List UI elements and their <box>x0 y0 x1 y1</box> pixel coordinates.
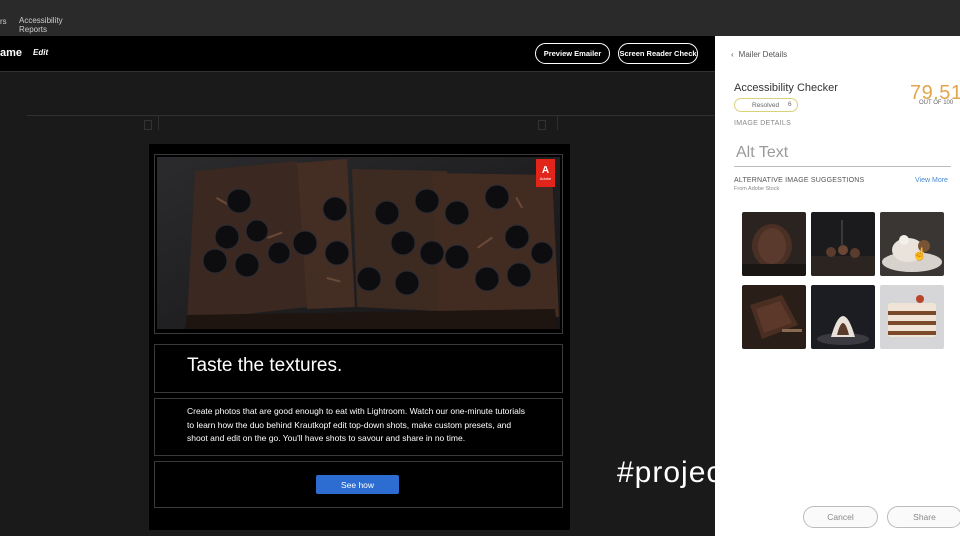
email-body-text: Create photos that are good enough to ea… <box>187 406 525 443</box>
editor-canvas: A Adobe Taste the textures. Create photo… <box>0 72 715 536</box>
suggestions-title: ALTERNATIVE IMAGE SUGGESTIONS <box>734 177 865 184</box>
pointer-cursor-icon: ☝ <box>912 247 927 261</box>
suggestion-thumbnail[interactable] <box>742 212 806 276</box>
resolved-badge[interactable]: Resolved 6 <box>734 98 798 112</box>
ruler-line <box>27 115 715 116</box>
view-more-link[interactable]: View More <box>915 177 948 184</box>
chevron-left-icon: ‹ <box>731 50 734 59</box>
accessibility-checker-title: Accessibility Checker <box>734 82 838 94</box>
editor-toolbar: ame Edit Preview Emailer Screen Reader C… <box>0 36 715 72</box>
suggestions-source: From Adobe Stock <box>734 186 780 192</box>
dessert-photo <box>157 157 560 329</box>
nav-item-accessibility-reports[interactable]: Accessibility Reports <box>19 16 79 34</box>
alt-text-input[interactable] <box>734 140 951 167</box>
preview-emailer-button[interactable]: Preview Emailer <box>535 43 610 64</box>
suggestion-thumbnail[interactable] <box>880 212 944 276</box>
suggestion-thumbnail[interactable] <box>811 212 875 276</box>
cancel-button[interactable]: Cancel <box>803 506 878 528</box>
image-details-label: IMAGE DETAILS <box>734 120 792 127</box>
resolved-count: 6 <box>788 101 792 108</box>
headline-block[interactable]: Taste the textures. <box>154 344 563 393</box>
guide-line <box>158 116 159 130</box>
top-nav: rs Accessibility Reports <box>0 0 960 36</box>
screen-reader-check-button[interactable]: Screen Reader Check <box>618 43 698 64</box>
edit-link[interactable]: Edit <box>33 48 48 57</box>
nav-item-partial[interactable]: rs <box>0 17 7 26</box>
hero-image[interactable]: A Adobe <box>157 157 560 329</box>
see-how-button[interactable]: See how <box>316 475 399 494</box>
body-text-block[interactable]: Create photos that are good enough to ea… <box>154 398 563 456</box>
suggestion-thumbnail[interactable] <box>742 285 806 349</box>
hashtag-overlay: #projectaccessace <box>617 456 883 489</box>
adobe-logo: A Adobe <box>536 159 555 187</box>
cta-block[interactable]: See how <box>154 461 563 508</box>
document-name: ame <box>0 47 23 59</box>
email-headline: Taste the textures. <box>187 355 343 376</box>
resize-handle[interactable] <box>144 120 152 130</box>
resolved-label: Resolved <box>752 101 780 109</box>
score-scale-label: OUT OF 100 <box>919 100 954 106</box>
suggestion-thumbnail[interactable] <box>811 285 875 349</box>
back-link-label: Mailer Details <box>738 50 788 59</box>
mailer-details-back-link[interactable]: ‹ Mailer Details <box>731 50 787 59</box>
suggestion-thumbnail[interactable] <box>880 285 944 349</box>
hero-image-block[interactable]: A Adobe <box>154 154 563 334</box>
guide-line <box>557 116 558 130</box>
share-button[interactable]: Share <box>887 506 960 528</box>
resize-handle[interactable] <box>538 120 546 130</box>
email-preview: A Adobe Taste the textures. Create photo… <box>149 144 570 530</box>
